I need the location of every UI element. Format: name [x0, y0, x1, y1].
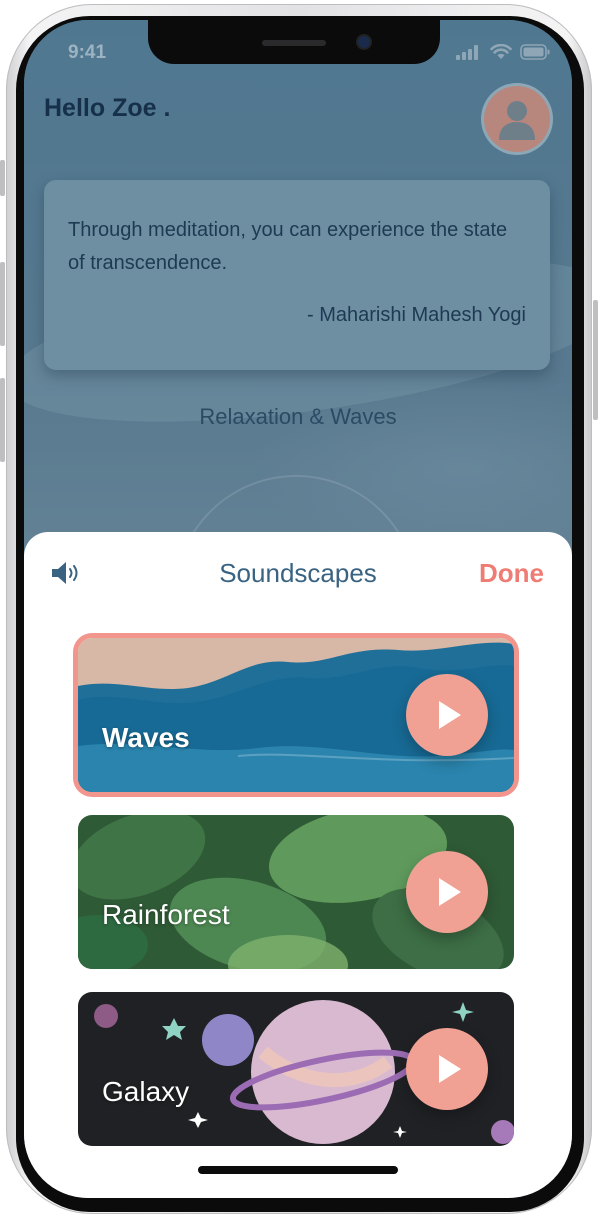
mute-switch — [0, 160, 5, 196]
card-label-rainforest: Rainforest — [102, 899, 230, 930]
soundscape-card-rainforest[interactable]: Rainforest — [78, 815, 514, 969]
play-icon — [439, 878, 461, 906]
status-bar: 9:41 — [24, 20, 572, 82]
status-time: 9:41 — [68, 42, 107, 63]
volume-down-button — [0, 378, 5, 462]
session-title: Relaxation & Waves — [199, 404, 397, 429]
done-button[interactable]: Done — [479, 558, 544, 589]
cellular-signal-icon — [456, 44, 482, 60]
soundscapes-sheet: Soundscapes Done Waves Rainforest Galaxy — [24, 532, 572, 1198]
power-button — [593, 300, 598, 420]
volume-up-button — [0, 262, 5, 346]
home-indicator[interactable] — [198, 1166, 398, 1174]
wifi-icon — [490, 44, 512, 60]
battery-icon — [520, 44, 550, 60]
greeting-heading: Hello Zoe . — [44, 94, 171, 122]
notch — [148, 20, 440, 64]
quote-author: - Maharishi Mahesh Yogi — [306, 304, 526, 326]
play-icon — [439, 701, 461, 729]
play-icon — [439, 1055, 461, 1083]
card-label-waves: Waves — [102, 722, 190, 753]
play-button-waves[interactable] — [406, 674, 488, 756]
quote-card: Through meditation, you can experience t… — [44, 180, 550, 370]
earpiece-speaker — [262, 40, 326, 46]
user-avatar-icon[interactable] — [484, 86, 550, 152]
soundscape-card-galaxy[interactable]: Galaxy — [78, 992, 514, 1146]
soundscape-card-waves[interactable]: Waves — [78, 638, 514, 792]
play-button-rainforest[interactable] — [406, 851, 488, 933]
status-icons — [456, 44, 550, 60]
quote-text: Through meditation, you can experience t… — [68, 219, 508, 274]
card-label-galaxy: Galaxy — [102, 1076, 190, 1107]
screen: 9:41 Hello Zoe . Through meditation, you… — [24, 20, 572, 1198]
play-button-galaxy[interactable] — [406, 1028, 488, 1110]
front-camera — [358, 36, 370, 48]
